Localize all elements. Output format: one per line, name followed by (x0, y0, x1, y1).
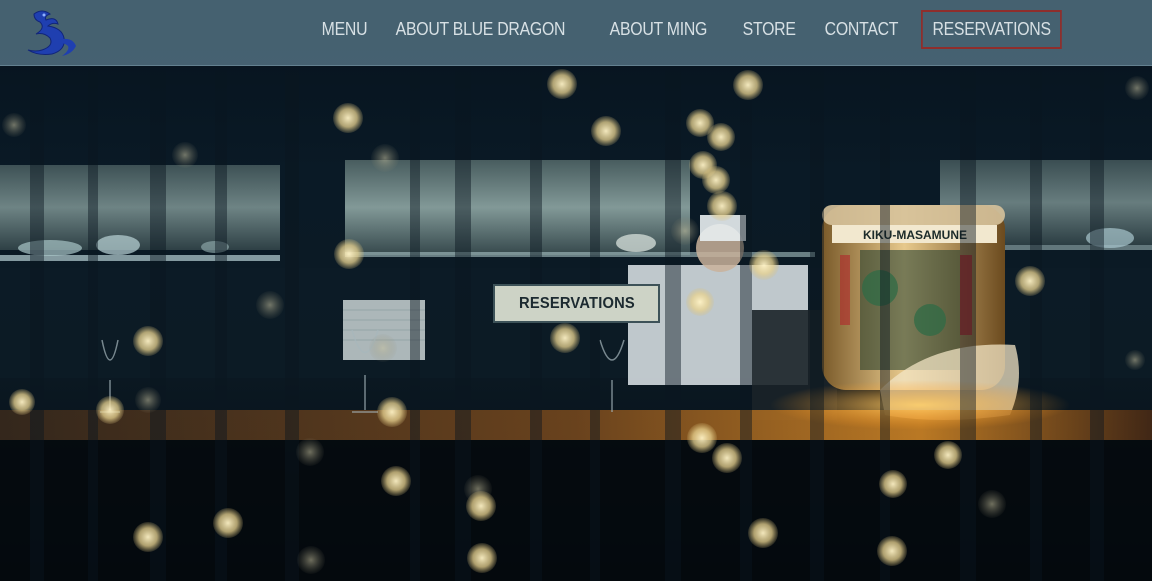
reservations-cta-button[interactable]: RESERVATIONS (493, 284, 660, 323)
home-page: KIKU-MASAMUNE MENU ABOUT BLUE DRAGON ABO… (0, 0, 1152, 581)
nav-item-about-blue-dragon[interactable]: ABOUT BLUE DRAGON (386, 10, 575, 49)
blue-dragon-logo-icon[interactable] (22, 6, 78, 60)
reservations-cta-label: RESERVATIONS (518, 294, 635, 312)
nav-item-reservations[interactable]: RESERVATIONS (920, 9, 1063, 49)
nav-item-menu[interactable]: MENU (312, 10, 377, 49)
nav-item-store[interactable]: STORE (733, 10, 805, 49)
svg-text:KIKU-MASAMUNE: KIKU-MASAMUNE (863, 228, 967, 242)
nav-item-about-ming[interactable]: ABOUT MING (600, 10, 717, 49)
nav-item-contact[interactable]: CONTACT (815, 10, 908, 49)
site-header: MENU ABOUT BLUE DRAGON ABOUT MING STORE … (0, 0, 1152, 66)
main-nav: MENU ABOUT BLUE DRAGON ABOUT MING STORE … (312, 0, 1081, 58)
